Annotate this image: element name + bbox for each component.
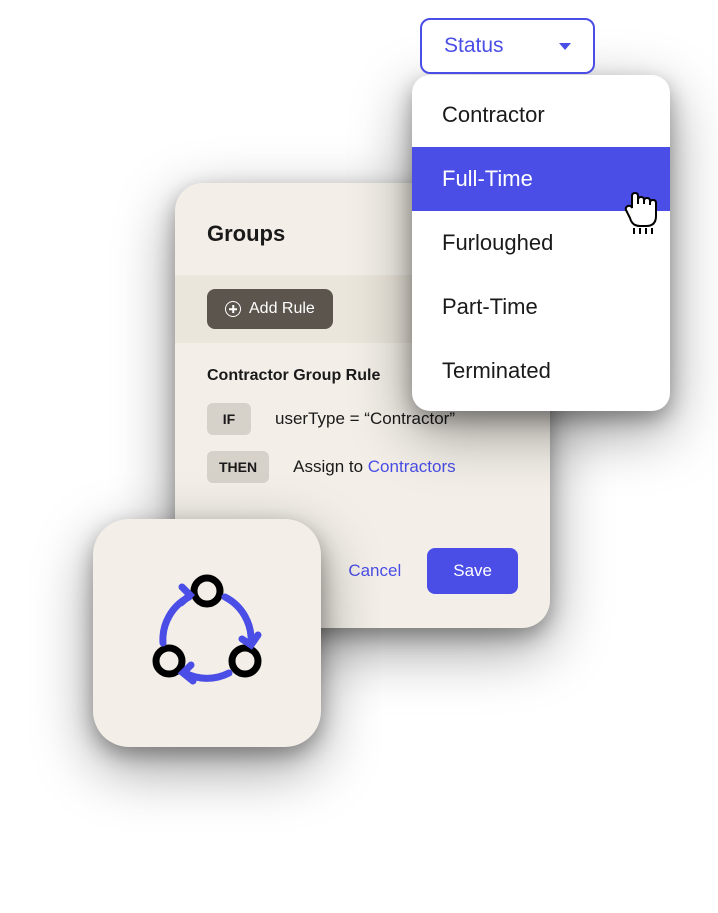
- then-action-text: Assign to Contractors: [293, 457, 456, 477]
- cancel-button[interactable]: Cancel: [336, 551, 413, 591]
- status-dropdown-menu: Contractor Full-Time Furloughed Part-Tim…: [412, 75, 670, 411]
- add-rule-label: Add Rule: [249, 300, 315, 318]
- status-label: Status: [444, 34, 504, 58]
- status-option-contractor[interactable]: Contractor: [412, 83, 670, 147]
- if-badge: IF: [207, 403, 251, 435]
- status-option-part-time[interactable]: Part-Time: [412, 275, 670, 339]
- then-prefix: Assign to: [293, 457, 368, 476]
- contractors-link[interactable]: Contractors: [368, 457, 456, 476]
- plus-icon: [225, 301, 241, 317]
- pointer-cursor-icon: [620, 188, 662, 239]
- rule-then-row: THEN Assign to Contractors: [207, 451, 518, 483]
- status-option-terminated[interactable]: Terminated: [412, 339, 670, 403]
- status-dropdown-trigger[interactable]: Status: [420, 18, 595, 74]
- caret-down-icon: [559, 43, 571, 50]
- save-button[interactable]: Save: [427, 548, 518, 594]
- if-condition-text: userType = “Contractor”: [275, 409, 455, 429]
- panel-actions: Cancel Save: [336, 548, 518, 594]
- then-badge: THEN: [207, 451, 269, 483]
- cycle-icon-card: [93, 519, 321, 747]
- add-rule-button[interactable]: Add Rule: [207, 289, 333, 329]
- cycle-icon: [127, 553, 287, 713]
